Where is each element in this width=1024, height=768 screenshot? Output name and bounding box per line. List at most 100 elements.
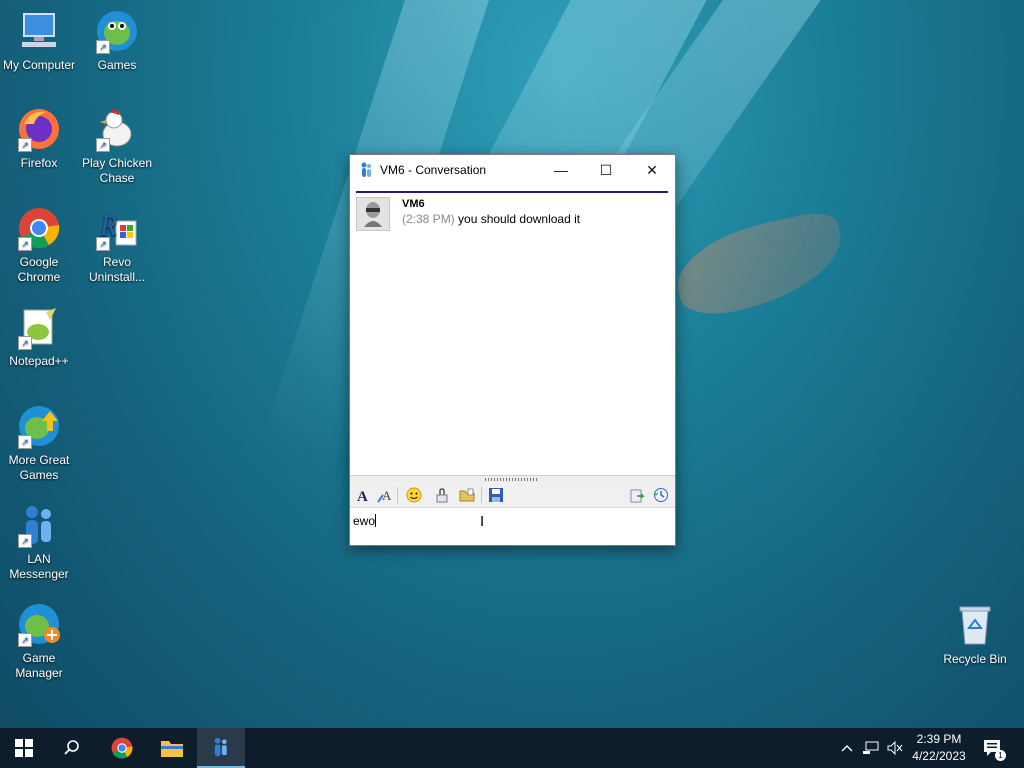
- font-button[interactable]: A: [354, 486, 372, 504]
- send-folder-button[interactable]: [458, 486, 476, 504]
- chrome-icon: ↗: [16, 205, 62, 251]
- search-icon: [64, 740, 79, 755]
- chrome-icon: [111, 737, 133, 759]
- chevron-up-icon: [841, 745, 853, 752]
- close-button[interactable]: ✕: [629, 155, 675, 185]
- desktop-icon-notepad-plus-plus[interactable]: ↗ Notepad++: [0, 304, 78, 369]
- smiley-icon: [406, 487, 422, 503]
- shortcut-arrow-icon: ↗: [96, 138, 110, 152]
- revo-icon: R ↗: [94, 205, 140, 251]
- clock[interactable]: 2:39 PM 4/22/2023: [903, 731, 975, 765]
- shortcut-arrow-icon: ↗: [18, 336, 32, 350]
- network-icon: [863, 741, 879, 754]
- taskbar-chrome[interactable]: [98, 728, 146, 768]
- desktop-icon-label: Play Chicken Chase: [81, 156, 153, 185]
- shortcut-arrow-icon: ↗: [18, 435, 32, 449]
- message-input[interactable]: ewo: [350, 508, 675, 545]
- grip-icon: [485, 478, 539, 481]
- computer-icon: [16, 8, 62, 54]
- broadcast-button[interactable]: [628, 486, 646, 504]
- font-color-icon: A: [377, 488, 392, 503]
- windows-icon: [15, 739, 33, 757]
- notepad-plus-plus-icon: ↗: [16, 304, 62, 350]
- shortcut-arrow-icon: ↗: [18, 138, 32, 152]
- minimize-button[interactable]: —: [538, 155, 584, 185]
- font-color-button[interactable]: A: [376, 486, 394, 504]
- desktop-icon-play-chicken-chase[interactable]: ↗ Play Chicken Chase: [78, 106, 156, 186]
- transfer-icon: [630, 489, 645, 503]
- history-icon: [653, 488, 668, 502]
- message-input-text: ewo: [353, 514, 376, 528]
- desktop-icon-recycle-bin[interactable]: Recycle Bin: [936, 602, 1014, 667]
- notification-badge: 1: [995, 750, 1006, 761]
- folder-icon: [459, 488, 475, 502]
- clock-time: 2:39 PM: [916, 732, 962, 746]
- start-button[interactable]: [0, 728, 48, 768]
- message-history[interactable]: VM6 (2:38 PM) you should download it: [350, 185, 675, 475]
- message-item: VM6 (2:38 PM) you should download it: [356, 197, 580, 231]
- volume-muted-icon: [887, 741, 903, 755]
- lan-messenger-icon: [214, 737, 227, 757]
- desktop-icon-label: Recycle Bin: [943, 652, 1007, 666]
- more-games-icon: ↗: [16, 403, 62, 449]
- wallpaper-fish: [668, 208, 852, 322]
- desktop-icon-label: More Great Games: [8, 453, 70, 482]
- shortcut-arrow-icon: ↗: [96, 40, 110, 54]
- shortcut-arrow-icon: ↗: [18, 534, 32, 548]
- desktop-icon-game-manager[interactable]: ↗ Game Manager: [0, 601, 78, 681]
- desktop-icon-label: Google Chrome: [17, 255, 61, 284]
- toolbar-divider: [481, 487, 482, 503]
- emoticon-button[interactable]: [405, 486, 423, 504]
- message-text: you should download it: [458, 212, 581, 226]
- save-icon: [489, 488, 503, 502]
- message-time: (2:38 PM): [402, 212, 455, 226]
- toolbar-divider: [397, 487, 398, 503]
- desktop-icon-games[interactable]: ↗ Games: [78, 8, 156, 73]
- shortcut-arrow-icon: ↗: [18, 633, 32, 647]
- lan-messenger-icon: ↗: [16, 502, 62, 548]
- chicken-icon: ↗: [94, 106, 140, 152]
- text-caret: [375, 514, 377, 527]
- desktop-icon-revo-uninstaller[interactable]: R ↗ Revo Uninstall...: [78, 205, 156, 285]
- send-file-button[interactable]: [433, 486, 451, 504]
- maximize-button[interactable]: ☐: [583, 155, 629, 185]
- ibeam-cursor-icon: I: [480, 513, 485, 530]
- attachment-icon: [436, 488, 448, 503]
- desktop-icon-label: Game Manager: [15, 651, 63, 680]
- taskbar: 2:39 PM 4/22/2023 1: [0, 728, 1024, 768]
- desktop-icon-label: Firefox: [20, 156, 58, 170]
- svg-text:A: A: [357, 489, 368, 503]
- recycle-bin-icon: [952, 602, 998, 648]
- taskbar-file-explorer[interactable]: [148, 728, 196, 768]
- desktop-icon-my-computer[interactable]: My Computer: [0, 8, 78, 73]
- desktop-icon-firefox[interactable]: ↗ Firefox: [0, 106, 78, 171]
- show-hidden-icons-button[interactable]: [838, 728, 856, 768]
- message-sender: VM6: [402, 198, 425, 210]
- games-icon: ↗: [94, 8, 140, 54]
- history-button[interactable]: [652, 486, 670, 504]
- desktop-icon-label: Notepad++: [9, 354, 69, 368]
- taskbar-lan-messenger[interactable]: [197, 728, 245, 768]
- firefox-icon: ↗: [16, 106, 62, 152]
- desktop-icon-label: LAN Messenger: [9, 552, 69, 581]
- avatar: [356, 197, 390, 231]
- clock-date: 4/22/2023: [912, 749, 966, 763]
- desktop-icon-label: Games: [97, 58, 137, 72]
- title-bar[interactable]: VM6 - Conversation — ☐ ✕: [350, 155, 675, 185]
- network-button[interactable]: [860, 728, 882, 768]
- formatting-toolbar: A A: [350, 483, 675, 508]
- search-button[interactable]: [48, 728, 96, 768]
- divider: [356, 191, 668, 193]
- game-manager-icon: ↗: [16, 601, 62, 647]
- window-title: VM6 - Conversation: [380, 163, 487, 177]
- desktop-icon-more-great-games[interactable]: ↗ More Great Games: [0, 403, 78, 483]
- desktop-icon-label: My Computer: [2, 58, 76, 72]
- folder-icon: [161, 741, 183, 757]
- save-button[interactable]: [487, 486, 505, 504]
- conversation-window[interactable]: VM6 - Conversation — ☐ ✕ VM6 (2:38 PM) y…: [349, 154, 676, 546]
- font-icon: A: [357, 489, 368, 503]
- desktop-icon-google-chrome[interactable]: ↗ Google Chrome: [0, 205, 78, 285]
- lan-messenger-icon: [361, 162, 371, 177]
- action-center-button[interactable]: 1: [978, 728, 1008, 768]
- desktop-icon-lan-messenger[interactable]: ↗ LAN Messenger: [0, 502, 78, 582]
